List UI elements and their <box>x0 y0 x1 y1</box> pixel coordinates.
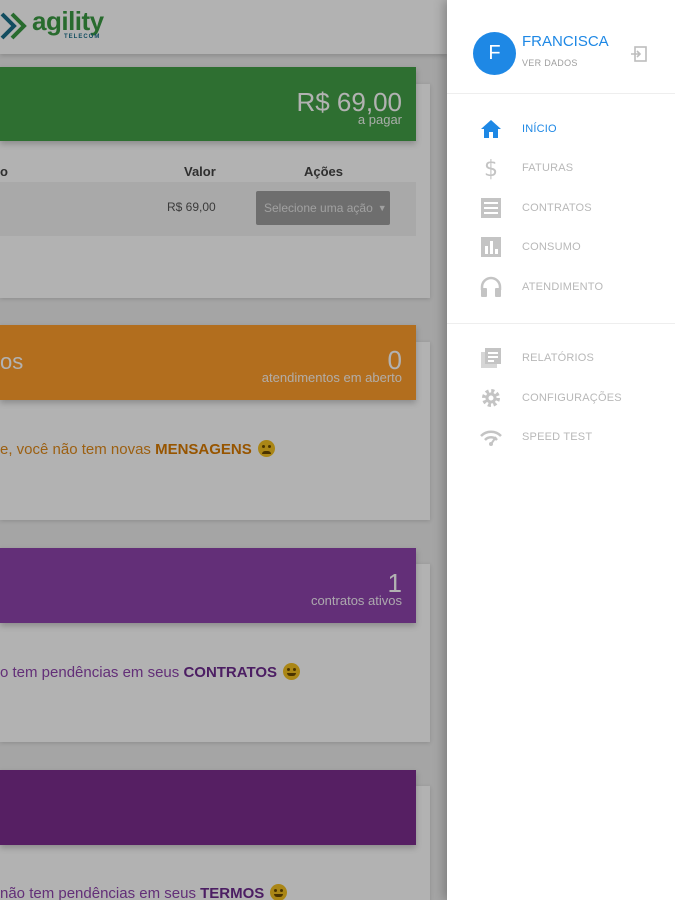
nav-item-speed-test[interactable]: SPEED TEST <box>447 418 675 456</box>
view-profile-link[interactable]: VER DADOS <box>522 58 578 68</box>
dollar-icon: $ <box>484 157 498 180</box>
nav-item-relatorios[interactable]: RELATÓRIOS <box>447 339 675 377</box>
nav-item-consumo[interactable]: CONSUMO <box>447 228 675 266</box>
nav-label: RELATÓRIOS <box>522 352 595 364</box>
nav-item-atendimento[interactable]: ATENDIMENTO <box>447 268 675 306</box>
drawer-scrim[interactable] <box>0 0 447 900</box>
nav-label: FATURAS <box>522 162 574 174</box>
nav-item-configuracoes[interactable]: CONFIGURAÇÕES <box>447 379 675 417</box>
home-icon <box>481 120 501 138</box>
user-name: FRANCISCA <box>522 33 609 50</box>
nav-label: CONSUMO <box>522 241 581 253</box>
wifi-icon <box>480 430 502 446</box>
logout-icon[interactable] <box>629 44 649 64</box>
navigation-drawer: F FRANCISCA VER DADOS INÍCIO $ FATURAS C… <box>447 0 675 900</box>
headset-icon <box>480 276 502 297</box>
nav-label: SPEED TEST <box>522 431 593 443</box>
nav-label: CONTRATOS <box>522 202 592 214</box>
nav-label: CONFIGURAÇÕES <box>522 392 622 404</box>
document-icon <box>481 198 501 218</box>
drawer-divider <box>447 93 675 94</box>
nav-item-contratos[interactable]: CONTRATOS <box>447 189 675 227</box>
gear-icon <box>482 389 500 407</box>
svg-text:$: $ <box>484 157 498 180</box>
avatar[interactable]: F <box>473 32 516 75</box>
dashboard-background: agility TELECOM R$ 69,00 a pagar o Valor… <box>0 0 447 900</box>
drawer-divider <box>447 323 675 324</box>
nav-label: INÍCIO <box>522 123 557 135</box>
nav-label: ATENDIMENTO <box>522 281 604 293</box>
nav-item-faturas[interactable]: $ FATURAS <box>447 149 675 187</box>
nav-item-inicio[interactable]: INÍCIO <box>447 110 675 148</box>
bar-chart-icon <box>481 237 501 257</box>
report-icon <box>481 348 501 368</box>
